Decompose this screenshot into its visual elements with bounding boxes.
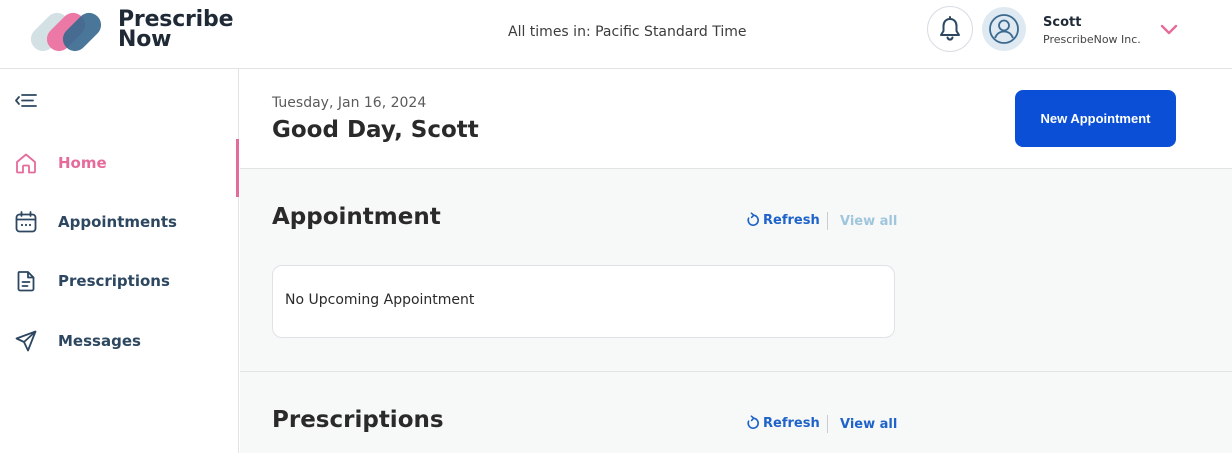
prescriptions-refresh-button[interactable]: Refresh	[745, 415, 820, 431]
user-avatar[interactable]	[982, 7, 1026, 51]
logo-text: Prescribe Now	[118, 9, 233, 52]
sidebar-item-home[interactable]: Home	[0, 139, 239, 197]
sidebar-item-label: Prescriptions	[58, 272, 170, 290]
appointment-view-all-link[interactable]: View all	[840, 214, 897, 229]
refresh-icon	[747, 415, 759, 429]
notifications-button[interactable]	[927, 6, 973, 52]
timezone-label: All times in: Pacific Standard Time	[508, 24, 747, 40]
prescriptions-view-all-link[interactable]: View all	[840, 417, 897, 432]
prescriptions-section: Prescriptions Refresh View all	[240, 372, 1232, 453]
logo-mark-icon	[30, 12, 102, 52]
sidebar-item-label: Messages	[58, 332, 141, 350]
sidebar-item-label: Home	[58, 154, 107, 172]
paper-plane-icon	[15, 330, 37, 352]
section-title: Appointment	[272, 204, 441, 230]
main-content: Tuesday, Jan 16, 2024 Good Day, Scott Ne…	[240, 69, 1232, 453]
page-title: Good Day, Scott	[272, 117, 479, 143]
user-name: Scott	[1043, 15, 1082, 30]
sidebar-item-label: Appointments	[58, 213, 177, 231]
user-organization: PrescribeNow Inc.	[1043, 33, 1141, 46]
user-icon	[989, 14, 1019, 44]
refresh-icon	[747, 212, 759, 226]
current-date: Tuesday, Jan 16, 2024	[272, 95, 427, 111]
appointment-refresh-button[interactable]: Refresh	[745, 212, 820, 228]
bell-icon	[940, 16, 960, 41]
section-title: Prescriptions	[272, 407, 444, 433]
sidebar: Home Appointments Prescriptions Messages	[0, 69, 239, 453]
document-icon	[17, 271, 35, 292]
greeting-header: Tuesday, Jan 16, 2024 Good Day, Scott Ne…	[240, 69, 1232, 169]
chevron-down-icon[interactable]	[1160, 22, 1178, 36]
empty-appointment-card: No Upcoming Appointment	[272, 265, 895, 338]
divider	[827, 212, 828, 230]
new-appointment-button[interactable]: New Appointment	[1015, 90, 1176, 147]
refresh-label: Refresh	[763, 212, 820, 228]
appointment-section: Appointment Refresh View all No Upcoming…	[240, 169, 1232, 372]
logo-line-2: Now	[118, 27, 172, 52]
sidebar-item-messages[interactable]: Messages	[0, 317, 239, 365]
calendar-icon	[15, 211, 37, 233]
sidebar-item-prescriptions[interactable]: Prescriptions	[0, 257, 239, 305]
divider	[827, 415, 828, 433]
refresh-label: Refresh	[763, 415, 820, 431]
home-icon	[16, 153, 36, 174]
top-header: Prescribe Now All times in: Pacific Stan…	[0, 0, 1232, 69]
empty-state-text: No Upcoming Appointment	[285, 292, 475, 308]
prescribenow-logo[interactable]: Prescribe Now	[30, 8, 233, 58]
sidebar-item-appointments[interactable]: Appointments	[0, 198, 239, 246]
collapse-menu-icon[interactable]	[14, 91, 38, 111]
